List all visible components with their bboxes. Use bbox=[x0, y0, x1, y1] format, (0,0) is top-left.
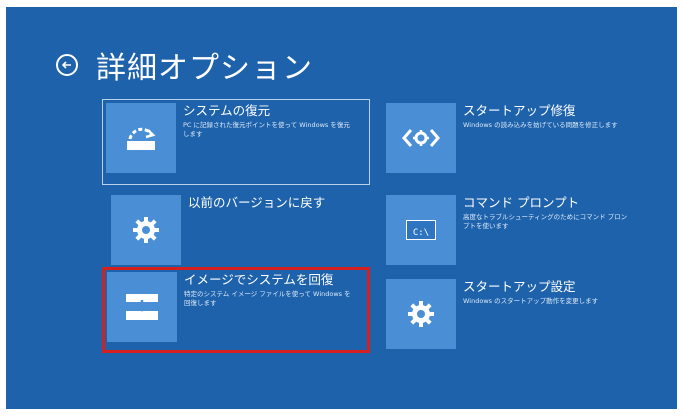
option-label: システムの復元 bbox=[183, 103, 271, 118]
startup-repair-tile bbox=[386, 103, 456, 173]
option-startup-settings[interactable]: スタートアップ設定 Windows のスタートアップ動作を変更します bbox=[386, 279, 641, 357]
option-previous-version[interactable]: 以前のバージョンに戻す bbox=[111, 195, 366, 273]
previous-version-tile bbox=[111, 195, 181, 265]
option-label: スタートアップ修復 bbox=[463, 103, 576, 118]
option-label: イメージでシステムを回復 bbox=[184, 272, 334, 287]
system-restore-icon bbox=[127, 127, 156, 150]
command-prompt-icon: C:\ bbox=[406, 220, 436, 240]
option-label: スタートアップ設定 bbox=[463, 279, 576, 294]
option-label: 以前のバージョンに戻す bbox=[188, 195, 326, 210]
command-prompt-tile: C:\ bbox=[386, 195, 456, 265]
header: 詳細オプション bbox=[56, 43, 313, 87]
option-command-prompt[interactable]: C:\ コマンド プロンプト 高度なトラブルシューティングのためにコマンド プロ… bbox=[386, 195, 641, 273]
option-description: 特定のシステム イメージ ファイルを使って Windows を回復します bbox=[184, 290, 351, 307]
startup-repair-icon bbox=[402, 129, 440, 147]
option-system-restore[interactable]: システムの復元 PC に記録された復元ポイントを使って Windows を復元し… bbox=[102, 99, 370, 185]
system-image-recovery-icon bbox=[126, 294, 158, 320]
option-system-image-recovery[interactable]: イメージでシステムを回復 特定のシステム イメージ ファイルを使って Windo… bbox=[102, 267, 370, 353]
back-arrow-icon bbox=[61, 61, 71, 69]
page-title: 詳細オプション bbox=[96, 51, 313, 86]
option-startup-repair[interactable]: スタートアップ修復 Windows の読み込みを妨げている問題を修正します bbox=[386, 103, 641, 181]
option-description: 高度なトラブルシューティングのためにコマンド プロンプトを使います bbox=[463, 213, 628, 230]
option-description: Windows のスタートアップ動作を変更します bbox=[463, 297, 599, 305]
system-restore-tile bbox=[106, 103, 176, 173]
gear-icon bbox=[408, 301, 434, 327]
gear-icon bbox=[133, 217, 159, 243]
option-description: PC に記録された復元ポイントを使って Windows を復元します bbox=[183, 121, 350, 138]
option-description: Windows の読み込みを妨げている問題を修正します bbox=[463, 121, 618, 129]
option-label: コマンド プロンプト bbox=[463, 195, 580, 210]
system-image-recovery-tile bbox=[107, 272, 177, 342]
startup-settings-tile bbox=[386, 279, 456, 349]
advanced-options-screen: 詳細オプション システムの復元 PC に記録された復元ポイントを使って Wind… bbox=[6, 7, 677, 409]
back-button[interactable] bbox=[56, 54, 78, 76]
